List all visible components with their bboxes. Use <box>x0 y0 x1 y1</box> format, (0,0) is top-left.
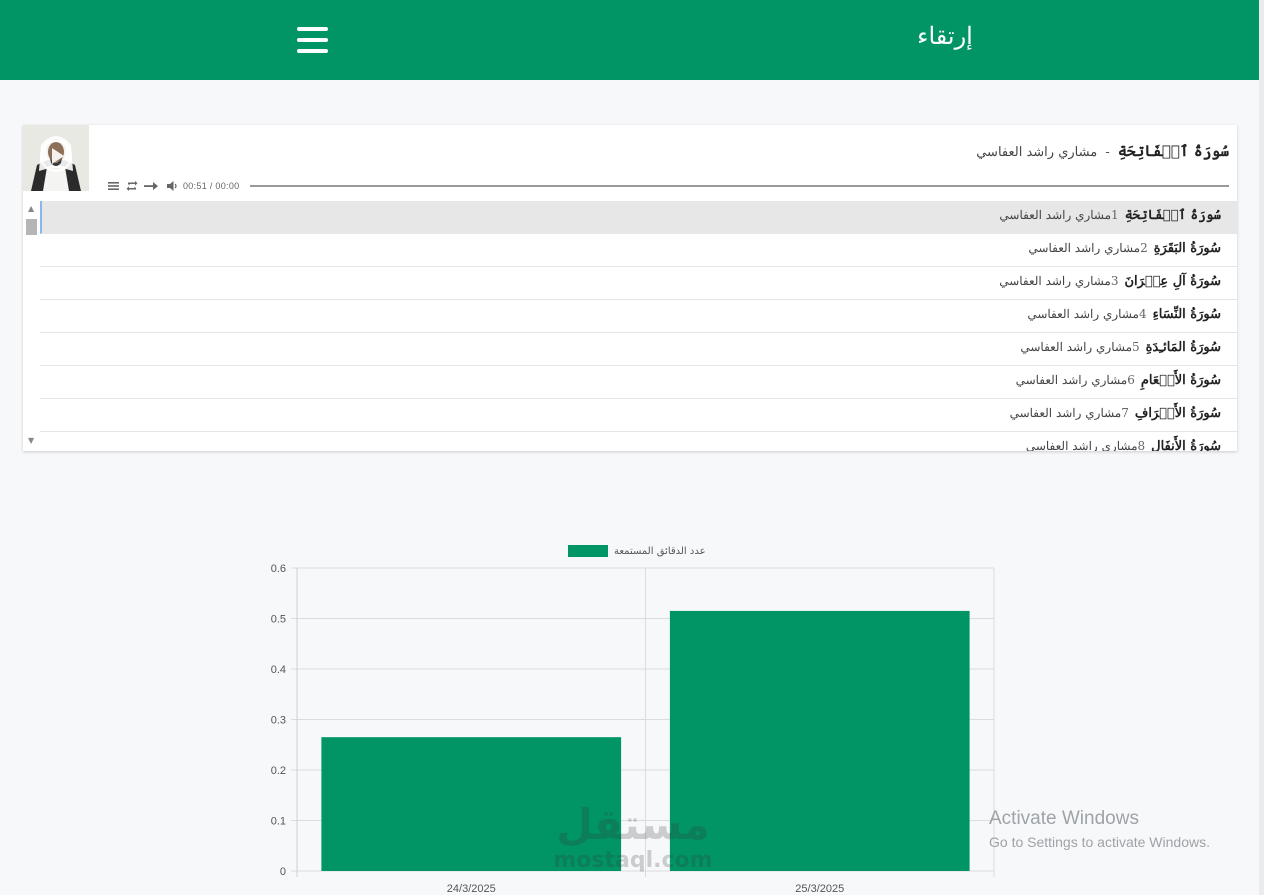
x-tick-label: 24/3/2025 <box>447 883 496 895</box>
y-tick-label: 0.4 <box>271 664 286 676</box>
y-tick-label: 0.3 <box>271 715 286 727</box>
y-tick-label: 0 <box>280 866 286 878</box>
chart-bar <box>321 737 622 871</box>
activate-subtitle: Go to Settings to activate Windows. <box>989 834 1210 850</box>
bar-chart: 0 0.1 0.2 0.3 0.4 0.5 0.6 24/3/2025 25/3/2025 عدد… <box>271 545 995 895</box>
legend-label: عدد الدقائق المستمعة <box>614 546 706 557</box>
legend-swatch <box>568 545 608 557</box>
y-tick-label: 0.1 <box>271 816 286 828</box>
chart-container: 0 0.1 0.2 0.3 0.4 0.5 0.6 24/3/2025 25/3/2025 عدد… <box>0 0 1264 895</box>
windows-activation-notice: Activate Windows Go to Settings to activ… <box>989 808 1210 850</box>
y-tick-label: 0.6 <box>271 563 286 575</box>
y-tick-label: 0.5 <box>271 614 286 626</box>
y-tick-label: 0.2 <box>271 765 286 777</box>
activate-title: Activate Windows <box>989 808 1139 829</box>
x-tick-label: 25/3/2025 <box>795 883 844 895</box>
chart-bar <box>669 610 970 871</box>
